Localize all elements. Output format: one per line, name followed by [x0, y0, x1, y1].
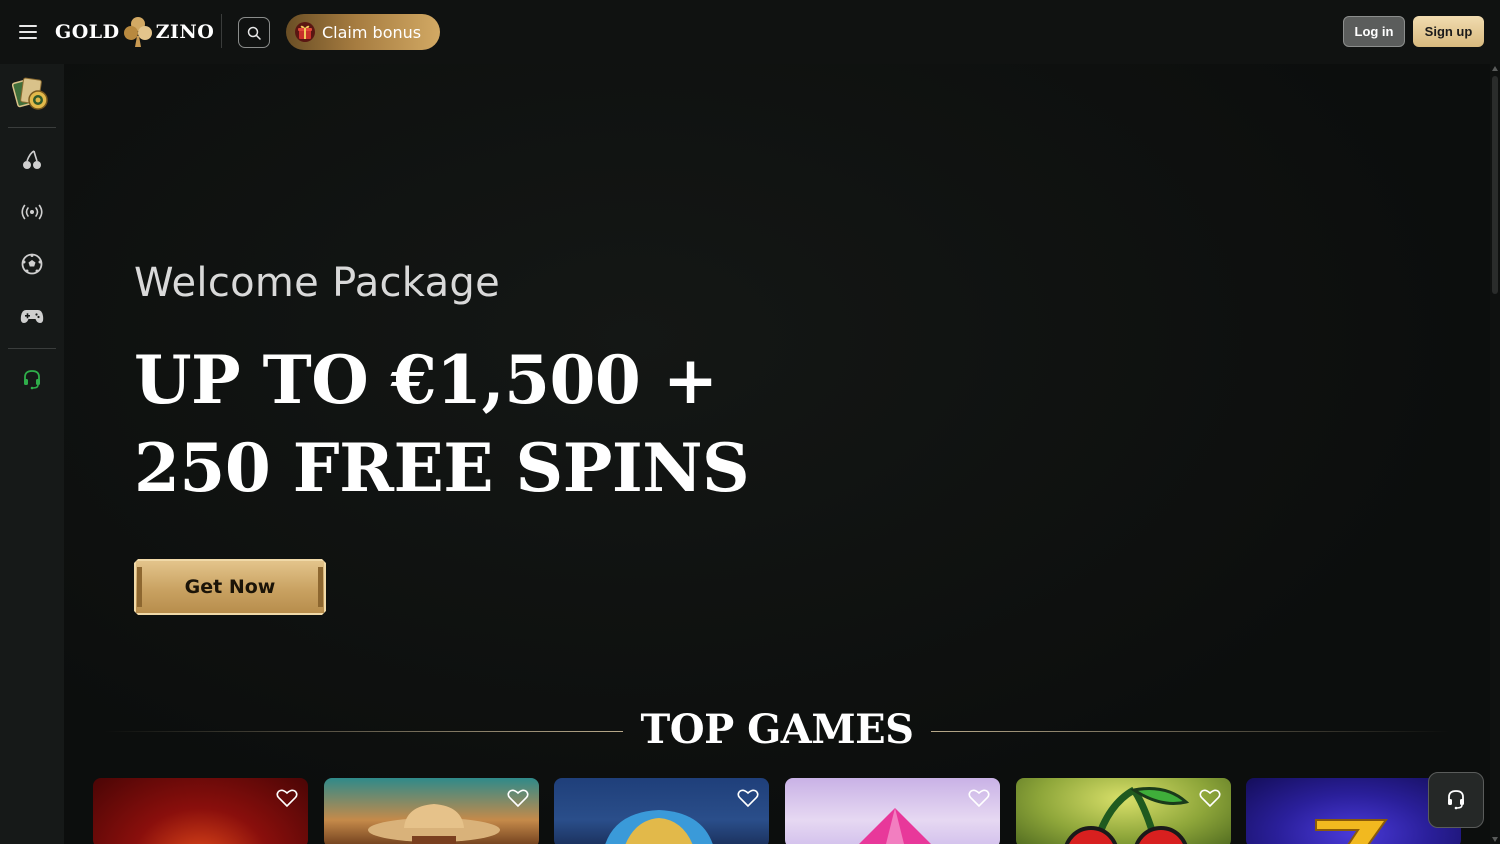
top-header: GOLD ZINO Claim bonus Log in Sign up: [0, 0, 1500, 64]
signup-button[interactable]: Sign up: [1413, 16, 1484, 47]
header-divider: [221, 14, 222, 48]
heart-icon[interactable]: [1199, 788, 1221, 808]
lucky-seven-icon: [1315, 819, 1388, 844]
clover-logo-icon: [123, 17, 152, 47]
welcome-package-heading: Welcome Package: [134, 260, 500, 306]
bonus-headline: UP TO €1,500 + 250 FREE SPINS: [134, 336, 750, 512]
live-broadcast-icon: [21, 204, 43, 220]
login-button[interactable]: Log in: [1343, 16, 1405, 47]
sidebar-item-slots[interactable]: [12, 140, 52, 180]
top-games-row: [93, 778, 1490, 844]
search-button[interactable]: [238, 17, 270, 48]
top-games-title: TOP GAMES: [640, 706, 914, 753]
game-card[interactable]: [1016, 778, 1231, 844]
pharaoh-icon: [605, 810, 713, 844]
get-now-label: Get Now: [184, 576, 276, 598]
sidebar-item-sports[interactable]: [12, 244, 52, 284]
cherry-icon: [1064, 786, 1190, 844]
gem-icon: [859, 808, 931, 844]
get-now-button[interactable]: Get Now: [134, 559, 326, 615]
gift-icon: [295, 22, 315, 42]
heart-icon[interactable]: [276, 788, 298, 808]
headset-icon: [1448, 790, 1464, 810]
menu-icon[interactable]: [16, 21, 40, 43]
main-content: Welcome Package UP TO €1,500 + 250 FREE …: [64, 64, 1490, 844]
scroll-up-arrow-icon[interactable]: [1492, 66, 1498, 71]
sidebar-item-support[interactable]: [12, 360, 52, 400]
game-card[interactable]: [93, 778, 308, 844]
game-card[interactable]: [554, 778, 769, 844]
football-icon: [21, 253, 43, 275]
bonus-headline-line2: 250 FREE SPINS: [134, 429, 750, 507]
game-card[interactable]: [324, 778, 539, 844]
page-scrollbar[interactable]: [1490, 64, 1500, 844]
live-support-button[interactable]: [1428, 772, 1484, 828]
claim-bonus-label: Claim bonus: [322, 22, 422, 42]
sidebar-item-casino[interactable]: [12, 74, 52, 114]
title-rule-left: [104, 731, 623, 732]
bonus-headline-line1: UP TO €1,500 +: [134, 341, 718, 419]
sidebar: [0, 64, 64, 844]
sidebar-item-games[interactable]: [12, 296, 52, 336]
claim-bonus-button[interactable]: Claim bonus: [286, 14, 440, 50]
heart-icon[interactable]: [507, 788, 529, 808]
top-games-header: TOP GAMES: [64, 704, 1490, 754]
heart-icon[interactable]: [968, 788, 990, 808]
game-card[interactable]: [785, 778, 1000, 844]
casino-chips-icon: [12, 77, 48, 110]
cowboy-hat-icon: [368, 804, 500, 844]
cherry-slots-icon: [23, 150, 41, 169]
headset-support-icon: [24, 370, 40, 390]
title-rule-right: [931, 731, 1450, 732]
scrollbar-thumb[interactable]: [1492, 76, 1498, 294]
search-icon: [247, 26, 261, 40]
sidebar-item-live[interactable]: [12, 192, 52, 232]
goldzino-logo[interactable]: GOLD ZINO: [55, 14, 214, 50]
scroll-down-arrow-icon[interactable]: [1492, 837, 1498, 842]
logo-text-left: GOLD: [55, 21, 120, 43]
sidebar-divider: [8, 348, 56, 349]
logo-text-right: ZINO: [155, 21, 215, 43]
sidebar-divider: [8, 127, 56, 128]
gamepad-icon: [20, 310, 44, 323]
heart-icon[interactable]: [737, 788, 759, 808]
